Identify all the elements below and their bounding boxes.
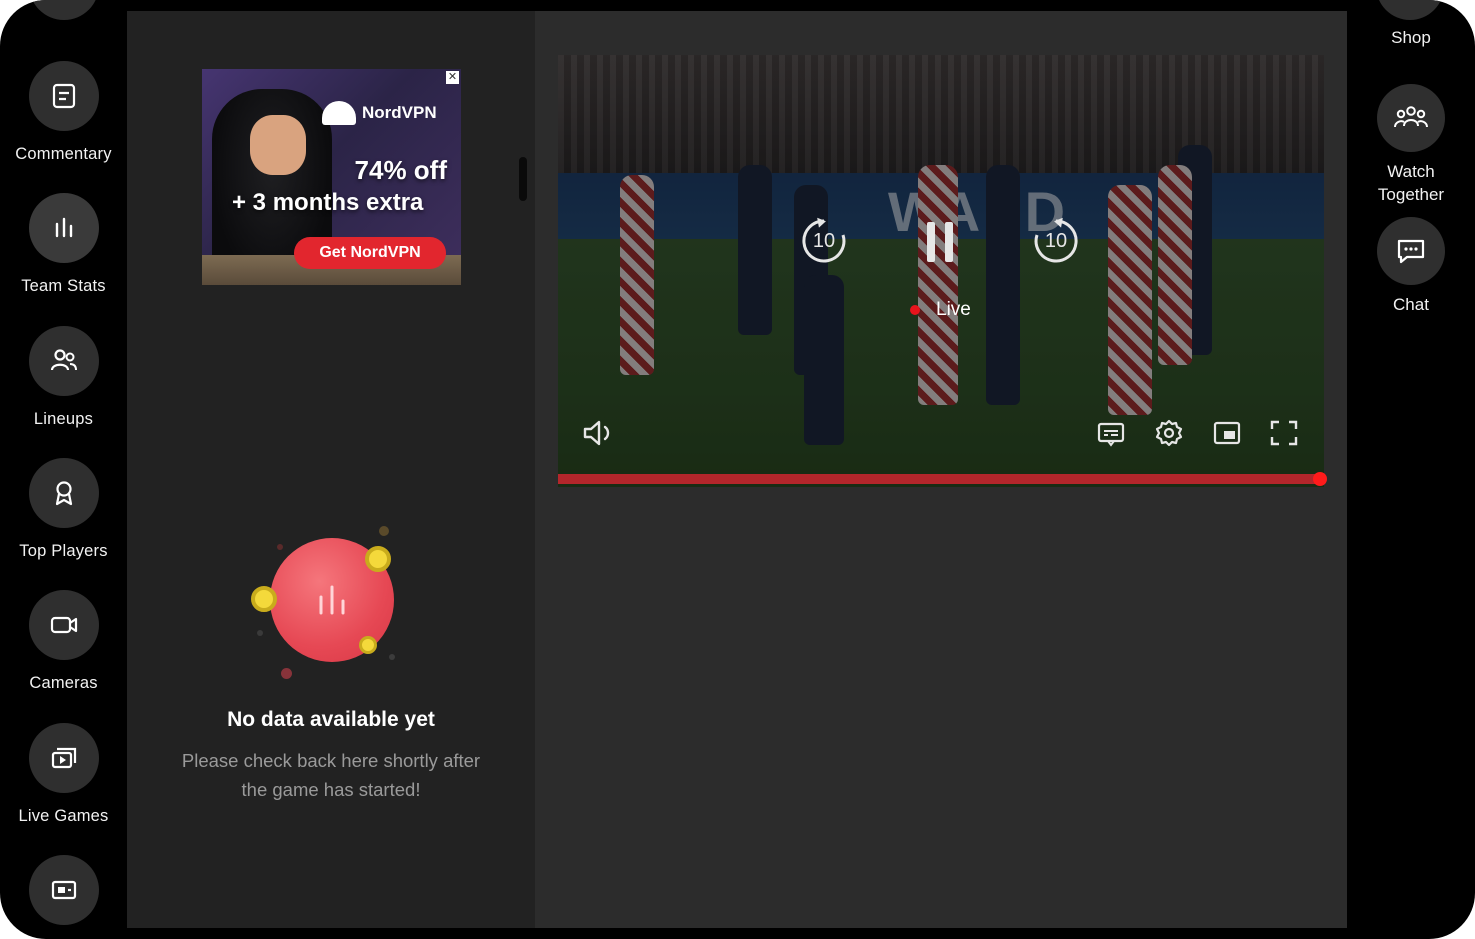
lineups-button[interactable]	[28, 326, 99, 396]
more-button[interactable]	[28, 855, 99, 925]
empty-state-message: Please check back here shortly after the…	[127, 746, 535, 804]
live-status-text: Live	[936, 299, 971, 320]
forward-label: 10	[1044, 229, 1068, 252]
people-icon	[50, 349, 77, 371]
ad-cta-button[interactable]: Get NordVPN	[294, 237, 446, 269]
ad-extra-text: + 3 months extra	[232, 189, 424, 216]
empty-state: No data available yet Please check back …	[127, 526, 535, 804]
live-dot-icon	[910, 305, 920, 315]
camera-icon	[50, 616, 77, 634]
live-games-button[interactable]	[28, 723, 99, 793]
top-players-button[interactable]	[28, 458, 99, 528]
watch-together-button[interactable]	[1377, 84, 1445, 152]
volume-button[interactable]	[580, 417, 618, 449]
nordvpn-logo-icon	[322, 101, 356, 125]
rail-label-chat: Chat	[1393, 295, 1429, 314]
rail-label-lineups: Lineups	[33, 410, 94, 428]
ad-offer-text: 74% off	[354, 155, 447, 185]
advertisement-banner[interactable]: NordVPN 74% off + 3 months extra Get Nor…	[202, 69, 461, 285]
bar-chart-icon	[319, 585, 345, 615]
forward-10-button[interactable]: 10	[1030, 215, 1082, 267]
rail-item-shop[interactable]: Shop	[1347, 26, 1475, 49]
picture-in-picture-icon	[1213, 421, 1241, 445]
rail-item-chat[interactable]: Chat	[1347, 217, 1475, 316]
rail-label-shop: Shop	[1391, 28, 1431, 47]
rewind-label: 10	[812, 229, 836, 252]
scoreboard-icon	[51, 880, 76, 900]
award-icon	[55, 481, 72, 506]
rewind-10-button[interactable]: 10	[798, 215, 850, 267]
empty-state-line-2: the game has started!	[241, 779, 421, 800]
whistle-badge-icon	[251, 586, 277, 612]
rail-item-partial-top[interactable]	[29, 0, 99, 20]
subtitles-icon	[1097, 422, 1125, 447]
picture-in-picture-button[interactable]	[1210, 417, 1244, 449]
rail-label-cameras: Cameras	[29, 674, 98, 692]
chat-button[interactable]	[1377, 217, 1445, 285]
empty-state-title: No data available yet	[227, 708, 435, 731]
video-progress-bar[interactable]	[558, 474, 1324, 484]
commentary-icon	[52, 83, 75, 109]
fullscreen-button[interactable]	[1266, 417, 1302, 449]
panel-scrollbar[interactable]	[519, 157, 527, 201]
coin-badge-icon	[359, 636, 377, 654]
video-player[interactable]: WAND 10 10 Live	[558, 55, 1324, 487]
right-navigation-rail: Shop Watch Together Chat	[1347, 0, 1475, 939]
rail-label-commentary: Commentary	[15, 145, 112, 163]
pause-button[interactable]	[920, 219, 960, 265]
video-area: WAND 10 10 Live	[535, 11, 1347, 928]
rail-item-cameras[interactable]: Cameras	[0, 590, 127, 693]
ad-close-icon[interactable]: ✕	[446, 71, 459, 84]
shop-button[interactable]	[1376, 0, 1444, 20]
shirt-badge-icon	[365, 546, 391, 572]
commentary-button[interactable]	[28, 61, 99, 131]
volume-icon	[583, 420, 610, 446]
rail-label-watch-line-2: Together	[1377, 185, 1445, 204]
rail-label-watch-together: Watch Together	[1347, 160, 1475, 206]
rail-item-live-games[interactable]: Live Games	[0, 723, 127, 826]
bar-chart-icon	[55, 217, 72, 238]
settings-button[interactable]	[1152, 417, 1186, 449]
rail-item-commentary[interactable]: Commentary	[0, 61, 127, 164]
empty-state-illustration	[251, 526, 411, 686]
team-stats-button[interactable]	[28, 193, 99, 263]
subtitles-button[interactable]	[1094, 419, 1128, 449]
app-frame: Commentary Team Stats Lineups Top Player…	[0, 0, 1475, 939]
cameras-button[interactable]	[28, 590, 99, 660]
stats-panel: NordVPN 74% off + 3 months extra Get Nor…	[127, 11, 535, 928]
live-games-icon	[51, 747, 76, 769]
ad-image-face	[250, 115, 306, 175]
live-indicator: Live	[910, 299, 971, 321]
rail-item-team-stats[interactable]: Team Stats	[0, 193, 127, 296]
empty-state-line-1: Please check back here shortly after	[181, 750, 481, 771]
rail-label-team-stats: Team Stats	[21, 277, 106, 295]
rail-label-watch-line-1: Watch	[1387, 162, 1435, 181]
chat-icon	[1397, 239, 1425, 264]
rail-item-lineups[interactable]: Lineups	[0, 326, 127, 429]
ad-brand-text: NordVPN	[362, 103, 437, 122]
video-progress-handle[interactable]	[1313, 472, 1327, 486]
rail-item-watch-together[interactable]: Watch Together	[1347, 84, 1475, 206]
pause-icon	[927, 222, 953, 262]
gear-icon	[1155, 419, 1183, 447]
fullscreen-icon	[1270, 420, 1298, 446]
rail-label-top-players: Top Players	[19, 542, 108, 560]
rail-item-top-players[interactable]: Top Players	[0, 458, 127, 561]
rail-label-live-games: Live Games	[18, 807, 109, 825]
left-navigation-rail: Commentary Team Stats Lineups Top Player…	[0, 0, 127, 939]
ad-brand: NordVPN	[322, 101, 437, 125]
group-icon	[1394, 106, 1428, 128]
rail-item-more[interactable]	[0, 855, 127, 925]
